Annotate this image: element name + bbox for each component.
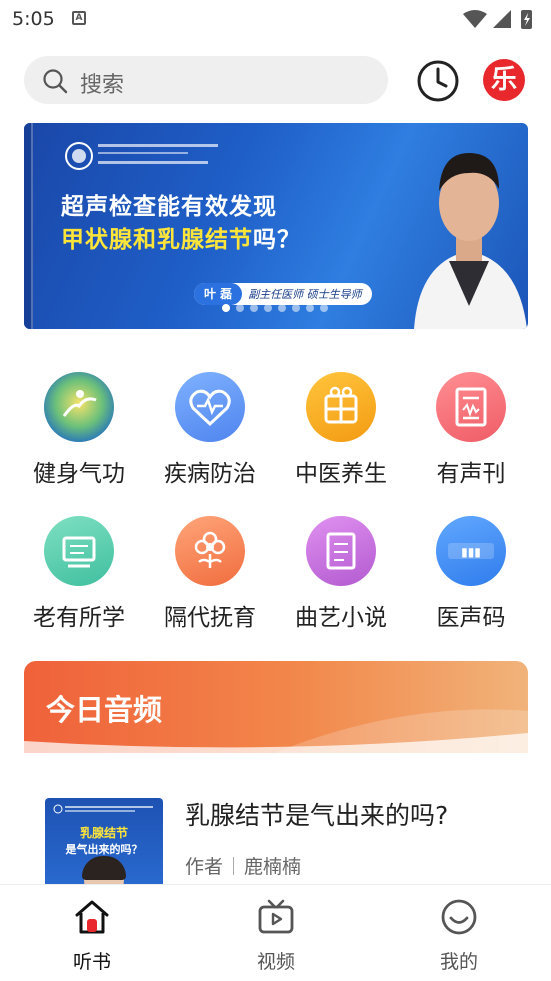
- home-icon: [75, 900, 109, 934]
- carousel-dot[interactable]: [236, 304, 244, 312]
- thumb-hair: [82, 856, 126, 880]
- category-label: 有声刊: [436, 461, 506, 487]
- flower-icon: [175, 516, 245, 586]
- doctor-title: 副主任医师 硕士生导师: [248, 288, 362, 301]
- med-code-icon: ▮▮▮: [436, 516, 506, 586]
- herb-box-icon: [306, 372, 376, 442]
- category-label: 老有所学: [33, 605, 125, 631]
- carousel-dot[interactable]: [250, 304, 258, 312]
- search-placeholder: 搜索: [80, 73, 125, 98]
- magazine-icon: [436, 372, 506, 442]
- author-label: 作者: [185, 856, 224, 878]
- carousel-dot[interactable]: [320, 304, 328, 312]
- signal-icon: [493, 10, 511, 28]
- search-icon: [43, 69, 68, 94]
- category-laoyou-suoxue[interactable]: 老有所学: [14, 516, 144, 632]
- thumb-subheadline: 是气出来的吗？: [65, 843, 143, 856]
- today-audio-header: 今日音频: [24, 661, 528, 753]
- nav-tab-wode[interactable]: 我的: [409, 897, 509, 974]
- carousel-dot[interactable]: [292, 304, 300, 312]
- doctor-portrait: [414, 153, 527, 329]
- nav-label: 视频: [256, 951, 295, 973]
- category-label: 隔代抚育: [164, 605, 256, 631]
- category-jibing-fangzhi[interactable]: 疾病防治: [145, 372, 275, 488]
- article-thumbnail[interactable]: 乳腺结节 是气出来的吗？: [45, 798, 163, 888]
- category-yousheng-kan[interactable]: 有声刊: [406, 372, 536, 488]
- wifi-icon: [463, 10, 487, 28]
- nav-label: 我的: [439, 951, 478, 973]
- doctor-caption: 叶 磊 副主任医师 硕士生导师: [194, 283, 372, 305]
- banner-highlight: 甲状腺和乳腺结节: [61, 227, 253, 253]
- book-icon: [306, 516, 376, 586]
- carousel-dot[interactable]: [264, 304, 272, 312]
- app-logo-icon[interactable]: 乐: [483, 59, 525, 101]
- author-name: 鹿楠楠: [244, 856, 302, 878]
- carousel-dot[interactable]: [222, 304, 230, 312]
- carousel-dot[interactable]: [278, 304, 286, 312]
- category-zhongyi-yangsheng[interactable]: 中医养生: [276, 372, 406, 488]
- meta-divider: [233, 856, 235, 875]
- smile-icon: [441, 899, 477, 935]
- nav-tab-tingshu[interactable]: 听书: [42, 897, 142, 974]
- hospital-logo-icon: [65, 142, 218, 170]
- category-label: 医声码: [436, 605, 506, 631]
- glasses-icon: [44, 516, 114, 586]
- tv-icon: [258, 899, 294, 934]
- category-label: 中医养生: [295, 461, 387, 487]
- banner-suffix: 吗？: [253, 227, 301, 253]
- bottom-nav: 听书 视频 我的: [0, 884, 551, 981]
- status-time: 5:05: [12, 8, 55, 30]
- category-label: 健身气功: [33, 461, 125, 487]
- thumb-hospital-logo-icon: [53, 804, 153, 814]
- category-jianshen-qigong[interactable]: 健身气功: [14, 372, 144, 488]
- nav-label: 听书: [72, 951, 111, 973]
- qigong-icon: [44, 372, 114, 442]
- category-grid: 健身气功 疾病防治 中医养生 有声刊 老有所学 隔代抚育 曲艺小说 ▮▮▮ 医声…: [0, 366, 551, 646]
- nav-tab-shipin[interactable]: 视频: [226, 897, 326, 974]
- article-meta: 作者 鹿楠楠: [185, 852, 301, 879]
- status-bar: 5:05 A: [0, 0, 551, 38]
- category-label: 曲艺小说: [295, 605, 387, 631]
- svg-text:▮▮▮: ▮▮▮: [461, 545, 481, 559]
- thumb-headline: 乳腺结节: [79, 826, 128, 840]
- notification-icon: A: [72, 11, 86, 25]
- category-label: 疾病防治: [164, 461, 256, 487]
- banner-headline: 超声检查能有效发现: [61, 194, 277, 220]
- category-gedai-fuyu[interactable]: 隔代抚育: [145, 516, 275, 632]
- carousel-dot[interactable]: [306, 304, 314, 312]
- article-title[interactable]: 乳腺结节是气出来的吗?: [185, 796, 448, 832]
- category-quyi-xiaoshuo[interactable]: 曲艺小说: [276, 516, 406, 632]
- system-status-icons: [463, 10, 532, 29]
- category-yisheng-ma[interactable]: ▮▮▮ 医声码: [406, 516, 536, 632]
- search-input[interactable]: 搜索: [24, 56, 388, 104]
- carousel-dots[interactable]: [222, 304, 328, 312]
- doctor-name: 叶 磊: [194, 283, 243, 305]
- promo-banner[interactable]: 超声检查能有效发现 甲状腺和乳腺结节吗？ 叶 磊 副主任医师 硕士生导师: [24, 123, 528, 329]
- history-clock-icon[interactable]: [414, 57, 462, 105]
- heart-pulse-icon: [175, 372, 245, 442]
- banner-subheadline: 甲状腺和乳腺结节吗？: [61, 220, 301, 254]
- today-audio-title: 今日音频: [46, 693, 163, 727]
- banner-edge: [24, 123, 33, 329]
